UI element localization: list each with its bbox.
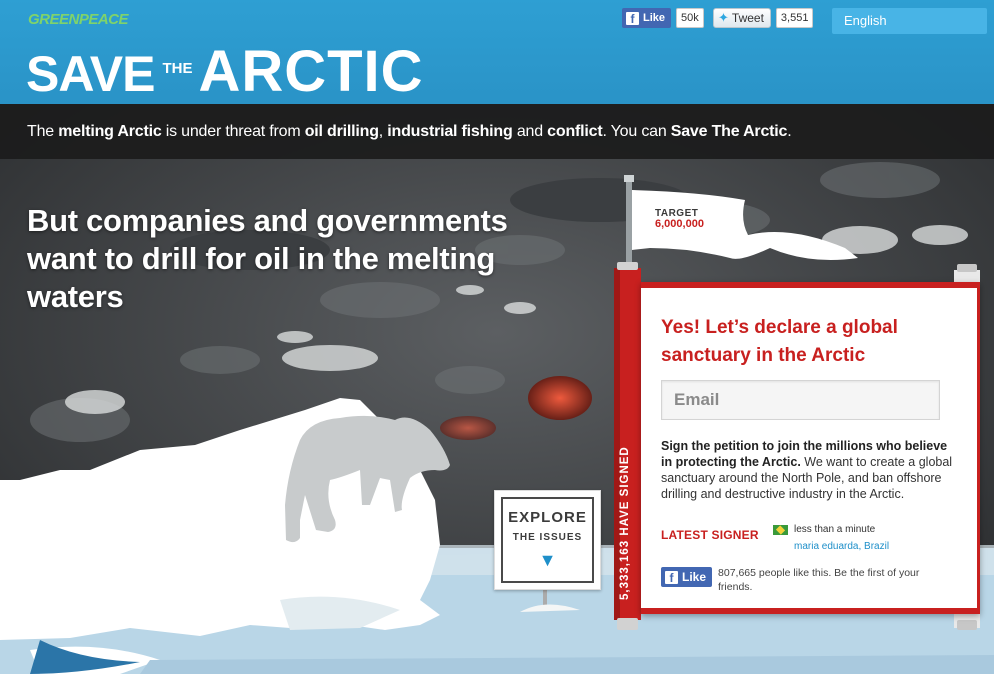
tagline-highlight: Save The Arctic	[670, 123, 788, 140]
site-title[interactable]: SAVE THE ARCTIC	[26, 38, 424, 104]
tagline-text: The	[27, 123, 59, 140]
tagline-bar: The melting Arctic is under threat from …	[0, 104, 994, 159]
twitter-share: ✦ Tweet 3,551	[713, 8, 814, 28]
tagline-highlight: industrial fishing	[387, 123, 513, 140]
title-the: THE	[162, 60, 193, 77]
tagline-text: ,	[378, 123, 388, 140]
target-value: 6,000,000	[655, 218, 704, 230]
explore-sign-frame: EXPLORE THE ISSUES ▼	[501, 497, 594, 583]
tagline-text: . You can	[602, 123, 671, 140]
facebook-icon: f	[626, 11, 639, 26]
facebook-icon: f	[665, 570, 678, 585]
facebook-like-button[interactable]: f Like	[661, 567, 713, 587]
latest-signer-time: less than a minute	[794, 524, 876, 535]
facebook-like-count: 50k	[676, 8, 704, 28]
twitter-bird-icon: ✦	[718, 10, 729, 25]
target-flag: TARGET 6,000,000	[655, 208, 704, 230]
tagline-highlight: oil drilling	[304, 123, 379, 140]
tagline-highlight: conflict	[547, 123, 603, 140]
explore-issues-button[interactable]: EXPLORE THE ISSUES ▼	[494, 490, 601, 590]
petition-description: Sign the petition to join the millions w…	[661, 438, 961, 502]
latest-signer-label: LATEST SIGNER	[661, 528, 759, 542]
facebook-like-box: f Like 807,665 people like this. Be the …	[661, 567, 938, 594]
tweet-button[interactable]: ✦ Tweet	[713, 8, 771, 28]
petition-form: Yes! Let’s declare a global sanctuary in…	[641, 282, 980, 614]
facebook-like-button[interactable]: f Like	[622, 8, 672, 28]
facebook-like-count-text: 807,665 people like this. Be the first o…	[718, 567, 920, 593]
tweet-label: Tweet	[731, 11, 764, 25]
tagline-text: is under threat from	[161, 123, 305, 140]
explore-subtitle: THE ISSUES	[512, 532, 583, 543]
tagline-text: .	[787, 123, 792, 140]
petition-heading: Yes! Let’s declare a global sanctuary in…	[661, 317, 898, 366]
signed-counter: 5,333,163 HAVE SIGNED	[619, 446, 631, 600]
tagline-highlight: melting Arctic	[58, 123, 162, 140]
latest-signer-time-row: less than a minute	[773, 524, 875, 535]
tagline-text: and	[512, 123, 548, 140]
title-arctic: ARCTIC	[198, 39, 424, 104]
greenpeace-logo[interactable]: GREENPEACE	[28, 11, 129, 28]
arrow-down-icon: ▼	[538, 550, 557, 570]
facebook-share: f Like 50k	[622, 8, 704, 28]
title-save: SAVE	[26, 46, 155, 102]
tweet-count: 3,551	[775, 8, 814, 28]
facebook-like-label: Like	[682, 570, 707, 584]
email-field[interactable]	[661, 380, 940, 420]
brazil-flag-icon	[773, 524, 788, 535]
facebook-like-label: Like	[643, 12, 666, 24]
language-select[interactable]: English	[832, 8, 987, 34]
explore-title: EXPLORE	[508, 509, 587, 526]
latest-signer-name[interactable]: maria eduarda, Brazil	[794, 541, 889, 552]
main-headline: But companies and governments want to dr…	[27, 203, 508, 314]
